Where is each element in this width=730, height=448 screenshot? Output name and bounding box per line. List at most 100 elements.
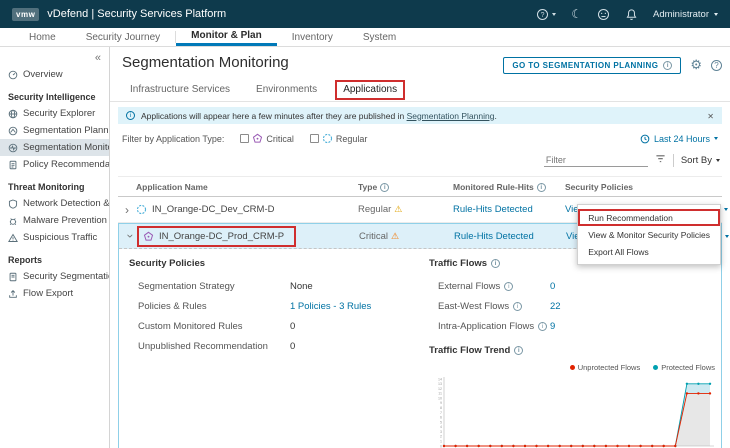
critical-checkbox[interactable] [240,134,249,143]
nav-item-home[interactable]: Home [14,28,71,46]
collapse-chevron-icon[interactable] [124,230,138,243]
filter-option-critical: Critical [240,133,294,144]
feedback-button[interactable] [597,8,610,21]
col-type: Type [358,182,453,192]
svg-text:1: 1 [440,440,442,444]
sidebar-collapse-icon[interactable] [0,47,109,66]
security-policies-block: Security Policies Segmentation Strategy … [129,258,429,448]
info-icon[interactable] [537,183,546,192]
vdefend-app-window: vmw vDefend | Security Services Platform… [0,0,730,448]
svg-text:6: 6 [440,416,442,420]
info-banner: Applications will appear here a few minu… [118,107,722,124]
export-icon [8,289,18,299]
alert-triangle-icon [8,233,18,243]
sidebar-item-segmentation-planning[interactable]: Segmentation Planning [0,122,109,139]
sidebar-item-malware-prevention[interactable]: Malware Prevention [0,212,109,229]
regular-app-icon [136,204,147,215]
kv-row: Policies & Rules 1 Policies - 3 Rules [129,296,429,316]
time-range-dropdown[interactable]: Last 24 Hours [640,134,718,144]
application-name: IN_Orange-DC_Dev_CRM-D [136,204,358,215]
info-icon[interactable] [513,302,522,311]
sidebar-item-security-segmentation-report[interactable]: Security Segmentation R... [0,268,109,285]
info-icon[interactable] [380,183,389,192]
header-actions: ? Administrator [536,7,718,21]
info-icon[interactable] [514,346,523,355]
report-document-icon [8,272,18,282]
nav-item-inventory[interactable]: Inventory [277,28,348,46]
sidebar-section-reports: Reports [0,246,109,268]
svg-text:9: 9 [440,401,442,405]
chevron-down-icon [552,13,556,16]
filter-input[interactable] [544,154,648,167]
notifications-button[interactable] [625,8,638,21]
globe-icon [8,109,18,119]
application-name: IN_Orange-DC_Prod_CRM-P [137,226,359,247]
svg-text:2: 2 [440,435,442,439]
close-icon[interactable] [707,111,714,121]
regular-checkbox[interactable] [310,134,319,143]
primary-nav: Home Security Journey Monitor & Plan Inv… [0,28,730,47]
go-to-segmentation-planning-button[interactable]: GO TO SEGMENTATION PLANNING [503,57,681,74]
east-west-flows-value[interactable]: 22 [550,301,715,312]
critical-app-icon [143,231,154,242]
external-flows-value[interactable]: 0 [550,281,715,292]
tab-infrastructure-services[interactable]: Infrastructure Services [122,81,238,101]
rule-hits-link[interactable]: Rule-Hits Detected [454,231,566,242]
help-menu-button[interactable]: ? [536,8,556,21]
expand-chevron-icon[interactable] [118,203,136,217]
menu-item-view-monitor-security-policies[interactable]: View & Monitor Security Policies [578,226,720,243]
menu-item-run-recommendation[interactable]: Run Recommendation [578,209,720,226]
sidebar-item-flow-export[interactable]: Flow Export [0,285,109,302]
intra-application-flows-value[interactable]: 9 [550,321,715,332]
divider [673,154,674,167]
info-icon[interactable] [491,259,500,268]
info-icon[interactable] [504,282,513,291]
info-icon [126,111,135,120]
kv-row: External Flows 0 [429,276,715,296]
svg-text:8: 8 [440,406,442,410]
tab-environments[interactable]: Environments [248,81,325,101]
sidebar-item-policy-recommendations[interactable]: Policy Recommendations [0,156,109,173]
traffic-flow-trend: Traffic Flow Trend Unprotected Flows Pro… [429,345,715,448]
sidebar-item-segmentation-monitoring[interactable]: Segmentation Monitoring [0,139,109,156]
gear-icon[interactable] [690,56,702,74]
chevron-down-icon [724,208,728,211]
shield-icon [8,199,18,209]
sidebar-item-security-explorer[interactable]: Security Explorer [0,105,109,122]
nav-item-security-journey[interactable]: Security Journey [71,28,175,46]
menu-item-export-all-flows[interactable]: Export All Flows [578,243,720,260]
kv-row: Unpublished Recommendation 0 [129,336,429,356]
chevron-down-icon [716,159,720,162]
actions-menu: Run Recommendation View & Monitor Securi… [577,204,721,265]
nav-item-monitor-plan[interactable]: Monitor & Plan [176,28,277,46]
sidebar-item-suspicious-traffic[interactable]: Suspicious Traffic [0,229,109,246]
chart-legend: Unprotected Flows Protected Flows [429,363,715,372]
annotation-box: IN_Orange-DC_Prod_CRM-P [137,226,296,247]
segmentation-planning-link[interactable]: Segmentation Planning [407,111,495,121]
svg-text:11: 11 [438,392,442,396]
kv-row: Intra-Application Flows 9 [429,316,715,336]
sidebar-item-network-detection[interactable]: Network Detection & Res... [0,195,109,212]
regular-app-icon [322,133,333,144]
user-menu[interactable]: Administrator [653,9,718,20]
help-icon[interactable] [711,60,722,71]
sort-by-dropdown[interactable]: Sort By [681,155,720,166]
rule-hits-link[interactable]: Rule-Hits Detected [453,204,565,215]
svg-text:4: 4 [440,425,442,429]
kv-row: East-West Flows 22 [429,296,715,316]
feedback-face-icon [597,8,610,21]
tab-applications[interactable]: Applications [335,80,405,100]
gauge-icon [8,70,18,80]
policies-rules-link[interactable]: 1 Policies - 3 Rules [290,301,429,312]
warning-icon [391,232,399,241]
help-icon: ? [536,8,549,21]
dark-mode-toggle-icon[interactable] [571,7,582,21]
application-type: Regular [358,204,453,215]
info-icon[interactable] [538,322,547,331]
traffic-flows-block: Traffic Flows External Flows 0 East-West… [429,258,717,448]
page-title: Segmentation Monitoring [122,54,289,71]
nav-item-system[interactable]: System [348,28,411,46]
filter-funnel-icon[interactable] [655,151,666,169]
segmentation-planning-icon [8,126,18,136]
sidebar-item-overview[interactable]: Overview [0,66,109,83]
